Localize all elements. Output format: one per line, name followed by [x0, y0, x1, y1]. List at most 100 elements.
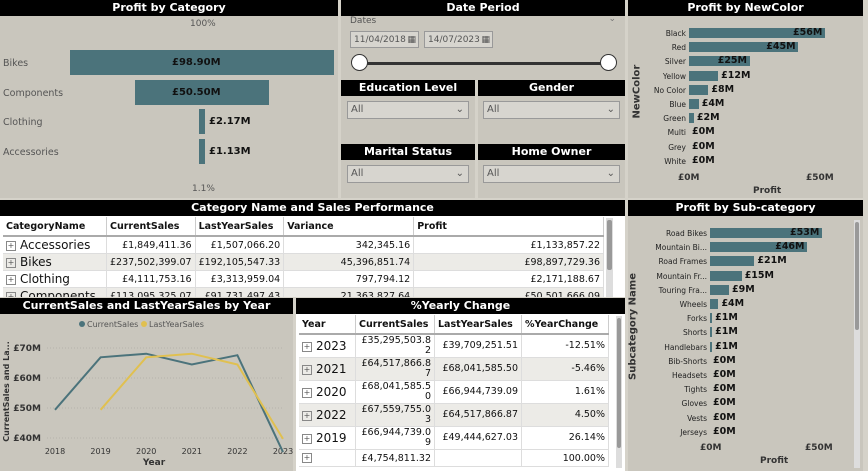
table-cell: £49,444,627.03	[434, 426, 522, 450]
table-row[interactable]: +2019 £66,944,739.09 £49,444,627.03 26.14%	[299, 426, 609, 450]
cell-text: £66,944,739.09	[361, 427, 431, 448]
total-cell: 100.00%	[521, 449, 609, 467]
expand-icon[interactable]: +	[6, 274, 16, 285]
column-header[interactable]: LastYearSales	[195, 217, 285, 237]
column-header[interactable]: Year	[299, 315, 356, 335]
expand-icon[interactable]: +	[302, 433, 312, 444]
bar-value-label: £25M	[717, 55, 747, 67]
bar-mark[interactable]	[710, 313, 713, 324]
table-row[interactable]: +2022 £67,559,755.03 £64,517,866.87 4.50%	[299, 403, 609, 427]
funnel-bar[interactable]	[199, 138, 205, 164]
date-slider-start-handle[interactable]	[351, 54, 368, 71]
expand-icon[interactable]: +	[302, 410, 312, 421]
column-header[interactable]: %YearChange	[521, 315, 609, 335]
table-cell: £4,111,753.16	[106, 270, 196, 288]
bar-value-label: £9M	[732, 283, 755, 295]
expand-icon[interactable]: +	[6, 240, 16, 251]
column-header[interactable]: CurrentSales	[106, 217, 196, 237]
cell-text: 2023	[316, 339, 347, 353]
slicer-title: Marital Status	[341, 144, 475, 160]
chevron-down-icon[interactable]: ⌄	[608, 14, 616, 24]
scrollbar-thumb[interactable]	[607, 220, 612, 270]
bar-mark[interactable]	[689, 113, 694, 124]
bar-mark[interactable]	[710, 270, 742, 281]
table-cell: £66,944,739.09	[355, 426, 435, 450]
series-line-CurrentSales[interactable]	[54, 352, 284, 453]
table-row[interactable]: + Bikes £237,502,399.07 £192,105,547.33 45,3…	[3, 253, 604, 271]
end-date-input[interactable]: 14/07/2023 ▦	[424, 31, 493, 48]
table-row[interactable]: + Clothing £4,111,753.16 £3,313,959.04 797,7…	[3, 270, 604, 288]
year-cell: +2023	[299, 334, 356, 358]
gender-dropdown[interactable]: All ⌄	[483, 101, 620, 119]
date-slider-track[interactable]	[359, 62, 609, 65]
expand-icon[interactable]: +	[6, 291, 16, 297]
dropdown-value: All	[487, 168, 500, 179]
bar-mark[interactable]	[710, 341, 713, 352]
slicer-title: Education Level	[341, 80, 475, 96]
bar-value-label: £12M	[721, 69, 751, 81]
bar-mark[interactable]	[689, 70, 719, 81]
table-cell: 21,363,827.64	[283, 287, 415, 297]
category-table-panel: Category Name and Sales Performance Cate…	[0, 200, 625, 297]
cell-text: £1,849,411.36	[122, 239, 192, 251]
expand-icon[interactable]: +	[302, 453, 312, 463]
x-tick-label: 2020	[136, 447, 156, 456]
column-header[interactable]: Variance	[283, 217, 415, 237]
category-name-cell: + Accessories	[3, 236, 107, 254]
dates-label: Dates	[350, 16, 377, 26]
cell-text: £64,517,866.87	[361, 358, 431, 379]
column-header[interactable]: CurrentSales	[355, 315, 435, 335]
cell-text: £35,295,503.82	[361, 335, 431, 356]
table-row[interactable]: + Accessories £1,849,411.36 £1,507,066.20 34…	[3, 236, 604, 254]
cell-text: £1,133,857.22	[530, 239, 600, 251]
marital-status-dropdown[interactable]: All ⌄	[347, 165, 469, 183]
marital-status-slicer: Marital Status All ⌄	[341, 144, 475, 198]
expand-icon[interactable]: +	[302, 341, 312, 352]
bar-value-label: £0M	[692, 154, 715, 166]
cell-text: £50,501,666.09	[524, 290, 600, 298]
table-cell: 26.14%	[521, 426, 609, 450]
table-cell: £3,313,959.04	[195, 270, 285, 288]
bar-value-label: £0M	[713, 383, 736, 395]
column-header[interactable]: Profit	[413, 217, 604, 237]
bar-value-label: £0M	[692, 126, 715, 138]
table-row[interactable]: + Components £113,095,325.07 £91,731,497.43…	[3, 287, 604, 298]
bar-mark[interactable]	[689, 84, 709, 95]
table-cell: £64,517,866.87	[355, 357, 435, 381]
bar-mark[interactable]	[710, 299, 719, 309]
cell-text: 4.50%	[574, 409, 605, 420]
scrollbar-thumb[interactable]	[617, 318, 621, 448]
cell-text: £113,095,325.07	[110, 290, 192, 298]
bar-mark[interactable]	[710, 284, 730, 295]
cell-text: £2,171,188.67	[530, 273, 600, 285]
table-cell: £64,517,866.87	[434, 403, 522, 427]
calendar-icon[interactable]: ▦	[481, 32, 490, 48]
bar-mark[interactable]	[689, 99, 699, 109]
expand-icon[interactable]: +	[302, 387, 312, 398]
table-row[interactable]: +2023 £35,295,503.82 £39,709,251.51 -12.51%	[299, 334, 609, 358]
scrollbar-thumb[interactable]	[855, 222, 859, 330]
funnel-category-label: Clothing	[3, 117, 43, 128]
table-row[interactable]: +2021 £64,517,866.87 £68,041,585.50 -5.46%	[299, 357, 609, 381]
bar-category-label: Wheels	[679, 300, 707, 309]
education-level-dropdown[interactable]: All ⌄	[347, 101, 469, 119]
column-header[interactable]: CategoryName	[3, 217, 107, 237]
bar-mark[interactable]	[710, 256, 755, 267]
expand-icon[interactable]: +	[302, 364, 312, 375]
funnel-bar[interactable]	[199, 109, 205, 134]
calendar-icon[interactable]: ▦	[407, 32, 416, 48]
cell-text: £68,041,585.50	[442, 363, 518, 374]
date-slider-end-handle[interactable]	[600, 54, 617, 71]
x-axis-title: Year	[142, 458, 166, 468]
funnel-value-label: £1.13M	[209, 145, 251, 157]
cell-text: 1.61%	[574, 386, 605, 397]
column-header[interactable]: LastYearSales	[434, 315, 522, 335]
bar-category-label: Grey	[668, 142, 686, 152]
table-cell: £66,944,739.09	[434, 380, 522, 404]
cell-text: £3,313,959.04	[210, 273, 281, 285]
expand-icon[interactable]: +	[6, 257, 16, 268]
table-row[interactable]: +2020 £68,041,585.50 £66,944,739.09 1.61%	[299, 380, 609, 404]
bar-mark[interactable]	[710, 327, 713, 338]
start-date-input[interactable]: 11/04/2018 ▦	[350, 31, 419, 48]
home-owner-dropdown[interactable]: All ⌄	[483, 165, 620, 183]
